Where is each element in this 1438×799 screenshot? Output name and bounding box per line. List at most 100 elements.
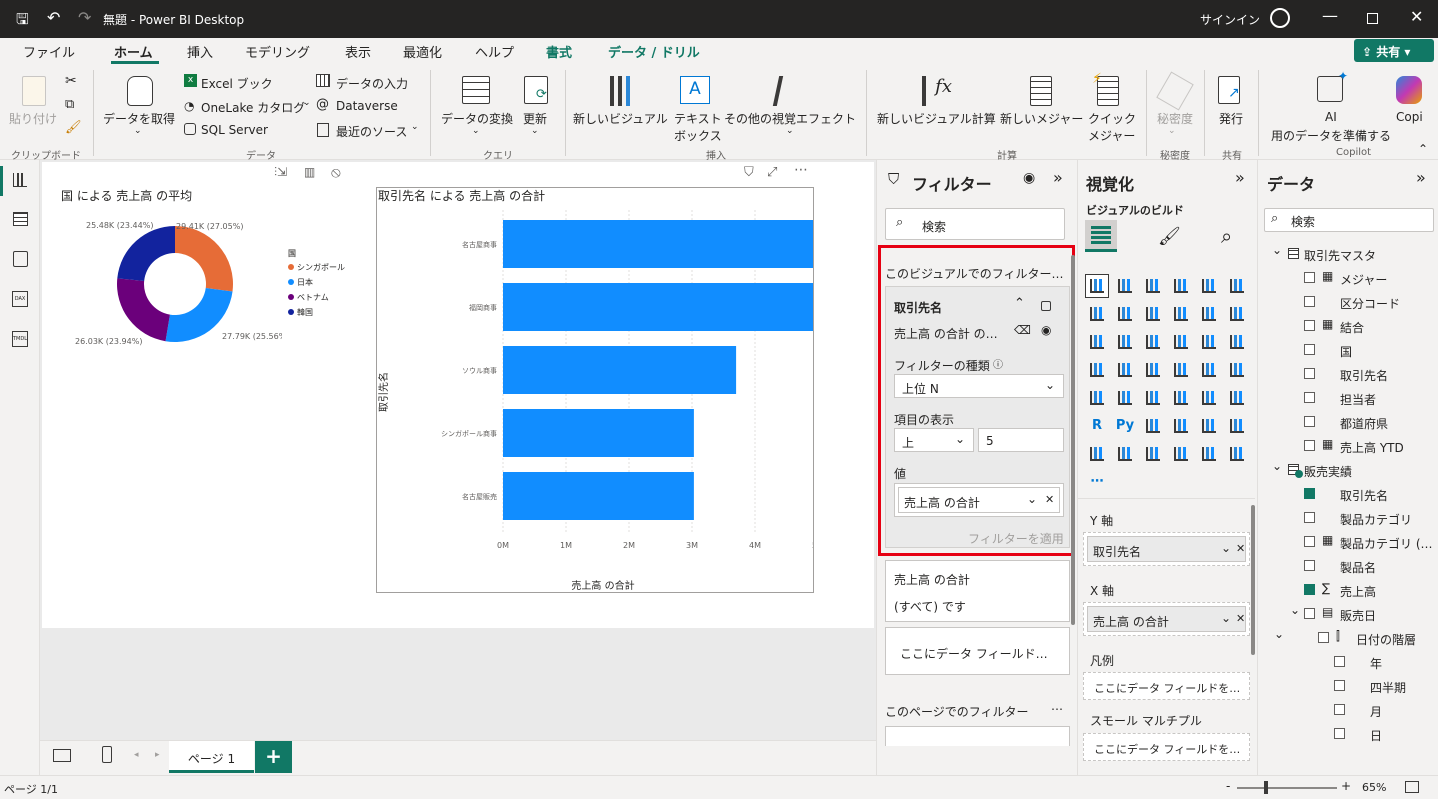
item-count-input[interactable]: 5 (978, 428, 1064, 452)
gauge-icon[interactable] (1226, 359, 1248, 381)
100-area-icon[interactable] (1170, 303, 1192, 325)
table-view-icon[interactable] (13, 212, 28, 226)
remove-icon[interactable]: ✕ (1045, 493, 1054, 506)
tab-file[interactable]: ファイル (23, 42, 75, 61)
field-item[interactable]: ▦ 売上高 YTD (1258, 434, 1436, 458)
chevron-down-icon[interactable]: ⌄ (1168, 126, 1176, 136)
chevron-down-icon[interactable]: ⌄ (134, 126, 142, 136)
legend-well[interactable]: ここにデータ フィールドを… (1083, 672, 1250, 700)
info-icon[interactable]: ⓘ (993, 356, 1003, 371)
metrics-icon[interactable] (1114, 443, 1136, 465)
field-item[interactable]: 取引先名 (1258, 482, 1436, 506)
legend-item[interactable]: シンガポール (288, 262, 345, 273)
dax-query-icon[interactable]: DAX (12, 291, 28, 307)
field-checkbox[interactable] (1334, 680, 1345, 691)
next-page-icon[interactable]: ▸ (155, 750, 160, 760)
bar[interactable] (503, 220, 813, 268)
multi-row-card-icon[interactable] (1114, 387, 1136, 409)
funnel-icon[interactable] (1142, 331, 1164, 353)
waterfall-icon[interactable] (1114, 331, 1136, 353)
power-automate-icon[interactable] (1170, 443, 1192, 465)
ribbon-icon[interactable] (1086, 331, 1108, 353)
100-bar-icon[interactable] (1198, 275, 1220, 297)
filter-card-sales[interactable]: 売上高 の合計 (すべて) です (885, 560, 1070, 622)
sql-server-button[interactable]: SQL Server (201, 123, 268, 137)
field-checkbox[interactable] (1304, 488, 1315, 499)
field-item[interactable]: 年 (1258, 650, 1436, 674)
kpi-icon[interactable] (1142, 387, 1164, 409)
clustered-column-icon[interactable] (1170, 275, 1192, 297)
tab-optimize[interactable]: 最適化 (403, 42, 442, 61)
python-icon[interactable]: Py (1114, 415, 1136, 437)
get-data-button[interactable]: データを取得 (103, 110, 175, 127)
dataverse-button[interactable]: Dataverse (336, 99, 398, 113)
apply-filter-button[interactable]: フィルターを適用 (968, 530, 1064, 547)
add-page-button[interactable]: + (255, 741, 292, 773)
page-tab[interactable]: ページ 1 (169, 741, 254, 773)
field-checkbox[interactable] (1334, 656, 1345, 667)
field-item[interactable]: 四半期 (1258, 674, 1436, 698)
slicer-icon[interactable] (1170, 387, 1192, 409)
recent-sources-button[interactable]: 最近のソース (336, 123, 407, 140)
sign-in-link[interactable]: サインイン (1200, 11, 1260, 28)
field-checkbox[interactable] (1304, 608, 1315, 619)
field-checkbox[interactable] (1304, 512, 1315, 523)
legend-item[interactable]: 韓国 (288, 307, 345, 318)
tab-insert[interactable]: 挿入 (187, 42, 213, 61)
stacked-column-icon[interactable] (1114, 275, 1136, 297)
field-item[interactable]: 都道府県 (1258, 410, 1436, 434)
legend-item[interactable]: 日本 (288, 277, 345, 288)
collapse-pane-icon[interactable]: » (1416, 168, 1426, 187)
tab-modeling[interactable]: モデリング (245, 42, 310, 61)
collapse-ribbon-icon[interactable]: ⌃ (1418, 142, 1428, 156)
power-bi-visual-icon[interactable] (1198, 443, 1220, 465)
onelake-button[interactable]: OneLake カタログ (201, 99, 305, 116)
map-icon[interactable] (1114, 359, 1136, 381)
chevron-down-icon[interactable]: ⌄ (531, 126, 539, 136)
enter-data-button[interactable]: データの入力 (336, 75, 408, 92)
quick-measure-line1[interactable]: クイック (1088, 110, 1136, 127)
new-measure-button[interactable]: 新しいメジャー (1000, 110, 1083, 127)
shape-map-icon[interactable] (1170, 359, 1192, 381)
excel-button[interactable]: Excel ブック (201, 75, 273, 92)
report-view-icon[interactable] (13, 173, 27, 187)
card-icon[interactable] (1086, 387, 1108, 409)
more-icon[interactable]: ⋯ (1086, 471, 1108, 493)
zoom-slider-thumb[interactable] (1264, 781, 1268, 794)
save-icon[interactable]: 🖫 (16, 9, 29, 34)
table-node[interactable]: ⌄ 販売実績 (1258, 458, 1436, 482)
chevron-down-icon[interactable]: ⌄ (303, 98, 311, 108)
filter-icon[interactable]: ⛉ (744, 165, 754, 180)
close-icon[interactable]: ✕ (1410, 7, 1423, 26)
y-axis-well[interactable]: 取引先名 ⌄ ✕ (1083, 532, 1250, 566)
minimize-icon[interactable]: — (1322, 6, 1338, 25)
treemap-icon[interactable] (1086, 359, 1108, 381)
cut-icon[interactable]: ✂ (65, 73, 77, 89)
bar[interactable] (503, 346, 737, 394)
pie-icon[interactable] (1198, 331, 1220, 353)
scrollbar[interactable] (1251, 505, 1255, 655)
fit-to-page-icon[interactable] (1405, 781, 1419, 793)
r-visual-icon[interactable]: R (1086, 415, 1108, 437)
table-node[interactable]: ⌄ 取引先マスタ (1258, 242, 1436, 266)
field-checkbox[interactable] (1304, 536, 1315, 547)
remove-icon[interactable]: ✕ (1236, 612, 1245, 625)
field-checkbox[interactable] (1304, 368, 1315, 379)
field-item[interactable]: ▦ 製品カテゴリ (… (1258, 530, 1436, 554)
bar[interactable] (503, 409, 694, 457)
filter-drop-zone[interactable]: ここにデータ フィールド… (885, 627, 1070, 675)
more-visuals-button[interactable]: その他の視覚エフェクト (724, 110, 856, 127)
field-item[interactable]: 製品名 (1258, 554, 1436, 578)
line-column-icon[interactable] (1198, 303, 1220, 325)
field-checkbox[interactable] (1304, 296, 1315, 307)
chevron-down-icon[interactable]: ⌄ (1290, 603, 1300, 617)
zoom-in-icon[interactable]: + (1341, 779, 1351, 793)
remove-icon[interactable]: ✕ (1236, 542, 1245, 555)
field-item[interactable]: ⌄ ▤ 販売日 (1258, 602, 1436, 626)
data-search-box[interactable]: ⌕ 検索 (1264, 208, 1434, 232)
format-brush-icon[interactable]: 🖌 (1158, 226, 1181, 247)
narrative-icon[interactable] (1226, 415, 1248, 437)
tab-home[interactable]: ホーム (114, 42, 153, 61)
field-item[interactable]: ∑ 売上高 (1258, 578, 1436, 602)
filters-search-input[interactable]: 検索 (922, 218, 946, 235)
